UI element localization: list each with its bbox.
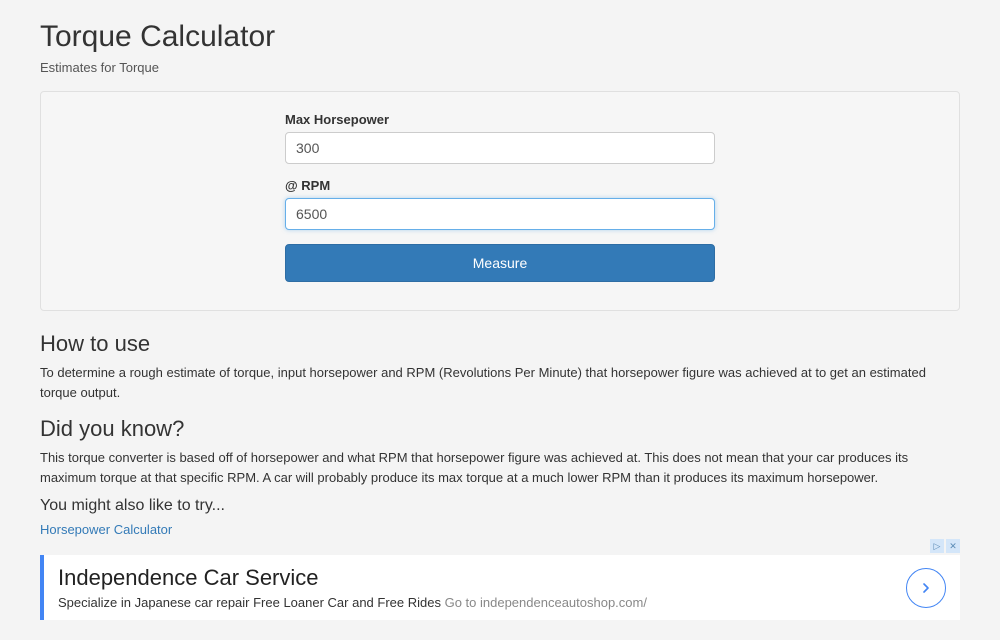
- measure-button[interactable]: Measure: [285, 244, 715, 282]
- close-icon[interactable]: ✕: [946, 539, 960, 553]
- did-you-know-text: This torque converter is based off of ho…: [40, 448, 960, 487]
- rpm-label: @ RPM: [285, 178, 715, 193]
- page-title: Torque Calculator: [40, 20, 960, 54]
- horsepower-label: Max Horsepower: [285, 112, 715, 127]
- did-you-know-heading: Did you know?: [40, 416, 960, 442]
- horsepower-calculator-link[interactable]: Horsepower Calculator: [40, 522, 172, 537]
- how-to-use-text: To determine a rough estimate of torque,…: [40, 363, 960, 402]
- ad-title: Independence Car Service: [58, 565, 894, 591]
- rpm-input[interactable]: [285, 198, 715, 230]
- ad-controls: ▷ ✕: [930, 539, 960, 553]
- calculator-panel: Max Horsepower @ RPM Measure: [40, 91, 960, 311]
- ad-url: Go to independenceautoshop.com/: [445, 595, 647, 610]
- horsepower-input[interactable]: [285, 132, 715, 164]
- arrow-right-icon[interactable]: [906, 568, 946, 608]
- ad-banner[interactable]: ▷ ✕ Independence Car Service Specialize …: [40, 555, 960, 620]
- ad-subtitle: Specialize in Japanese car repair Free L…: [58, 595, 894, 610]
- adchoices-icon[interactable]: ▷: [930, 539, 944, 553]
- page-subtitle: Estimates for Torque: [40, 60, 960, 75]
- also-like-heading: You might also like to try...: [40, 497, 960, 515]
- how-to-use-heading: How to use: [40, 331, 960, 357]
